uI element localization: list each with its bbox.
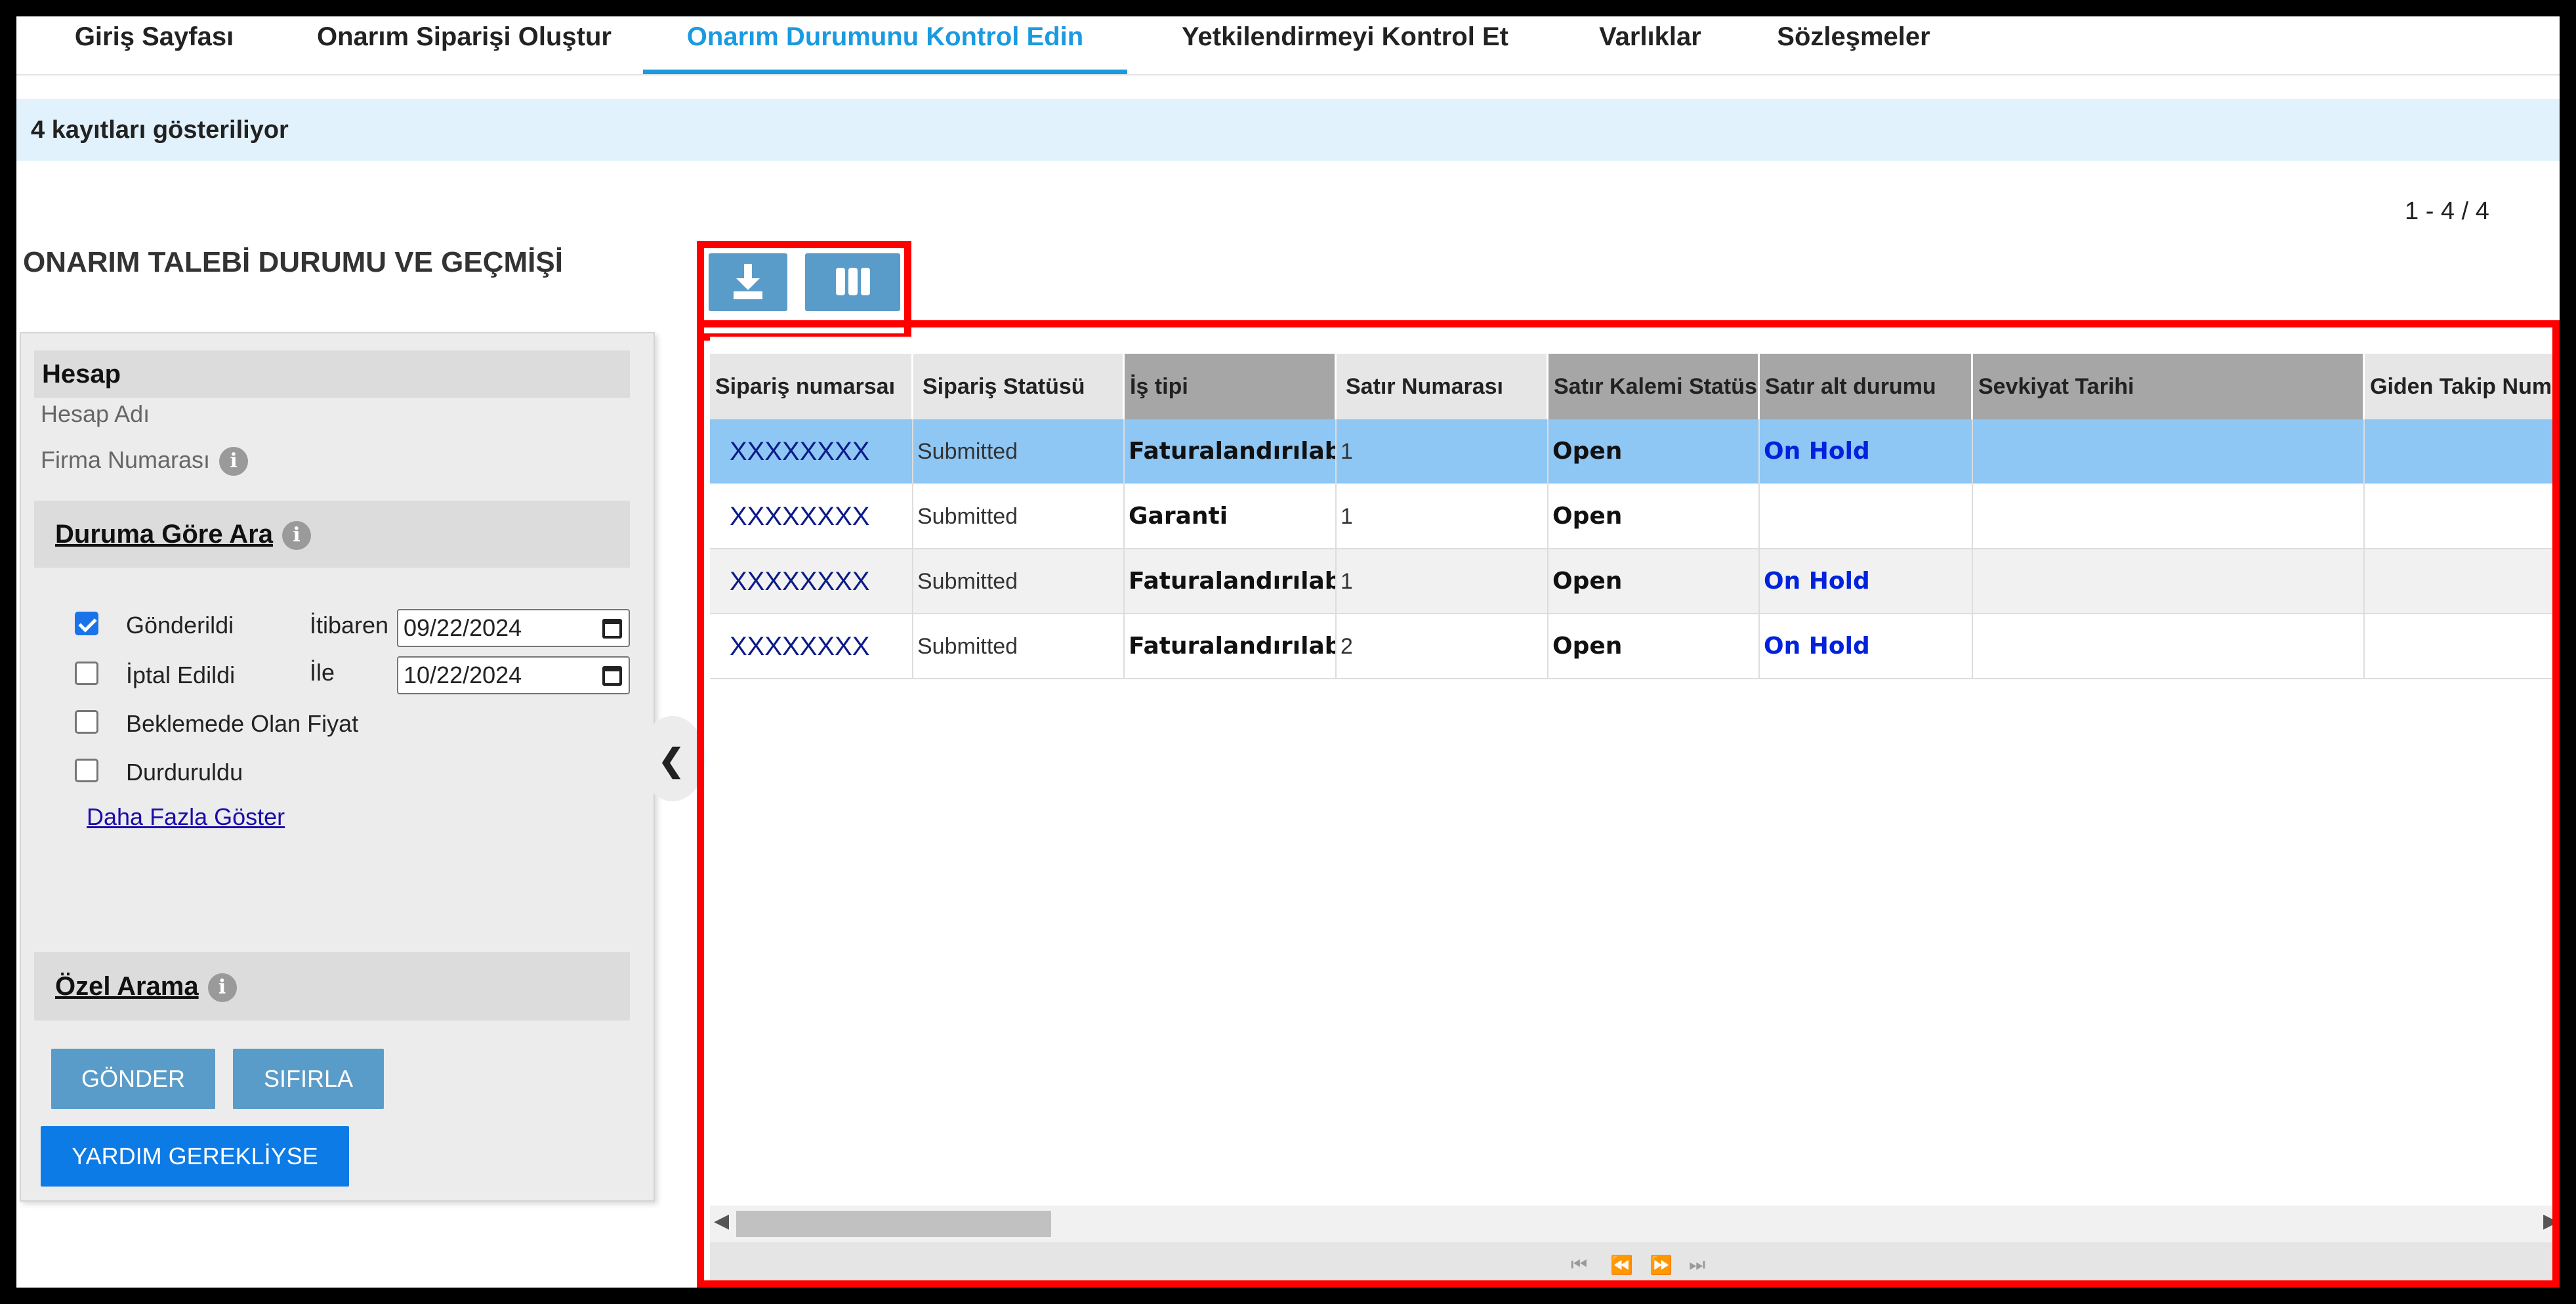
page: Giriş Sayfası Onarım Siparişi Oluştur On…	[16, 16, 2560, 1288]
account-section-heading: Hesap	[34, 350, 630, 398]
records-info-bar: 4 kayıtları gösteriliyor	[16, 99, 2560, 161]
tab-assets[interactable]: Varlıklar	[1571, 16, 1729, 74]
from-date-value: 09/22/2024	[404, 614, 522, 641]
calendar-icon[interactable]	[602, 666, 622, 686]
tab-check-repair-status[interactable]: Onarım Durumunu Kontrol Edin	[643, 16, 1127, 74]
status-search-label[interactable]: Duruma Göre Ara	[55, 520, 273, 549]
from-date-input[interactable]: 09/22/2024	[397, 609, 630, 647]
to-date-input[interactable]: 10/22/2024	[397, 656, 630, 694]
company-number-row: Firma Numarası i	[41, 446, 249, 476]
tab-contracts[interactable]: Sözleşmeler	[1745, 16, 1962, 74]
collapse-panel-button[interactable]: ❮	[640, 716, 705, 801]
chevron-left-icon: ❮	[658, 744, 685, 778]
filter-panel: Hesap Hesap Adı Firma Numarası i Duruma G…	[20, 332, 655, 1202]
checkbox-submitted[interactable]	[75, 612, 98, 635]
custom-search-label[interactable]: Özel Arama	[55, 972, 199, 1001]
tab-home[interactable]: Giriş Sayfası	[56, 16, 253, 74]
filter-label-cancelled: İptal Edildi	[126, 662, 236, 688]
info-icon[interactable]: i	[207, 973, 237, 1003]
help-button[interactable]: YARDIM GEREKLİYSE	[41, 1126, 349, 1187]
checkbox-cancelled[interactable]	[75, 662, 98, 685]
filter-label-stopped: Durduruldu	[126, 759, 243, 786]
company-number-label: Firma Numarası	[41, 446, 211, 473]
page-title: ONARIM TALEBİ DURUMU VE GEÇMİŞİ	[23, 246, 563, 278]
custom-search-heading[interactable]: Özel Arama i	[34, 952, 630, 1020]
reset-button[interactable]: SIFIRLA	[233, 1049, 384, 1109]
from-date-label: İtibaren	[310, 612, 389, 639]
grid-highlight-frame	[697, 320, 2560, 1288]
top-nav: Giriş Sayfası Onarım Siparişi Oluştur On…	[16, 16, 2560, 75]
to-date-value: 10/22/2024	[404, 662, 522, 688]
info-icon[interactable]: i	[219, 447, 249, 476]
submit-button[interactable]: GÖNDER	[51, 1049, 215, 1109]
tab-check-authorization[interactable]: Yetkilendirmeyi Kontrol Et	[1155, 16, 1535, 74]
status-search-heading[interactable]: Duruma Göre Ara i	[34, 501, 630, 568]
filter-label-submitted: Gönderildi	[126, 612, 234, 639]
to-date-label: İle	[310, 659, 335, 686]
info-icon[interactable]: i	[281, 521, 311, 551]
tab-create-repair-order[interactable]: Onarım Siparişi Oluştur	[285, 16, 643, 74]
account-name-label: Hesap Adı	[41, 400, 150, 427]
filter-label-pending-price: Beklemede Olan Fiyat	[126, 710, 359, 737]
page-count: 1 - 4 / 4	[2405, 198, 2489, 225]
show-more-link[interactable]: Daha Fazla Göster	[87, 803, 285, 831]
checkbox-stopped[interactable]	[75, 759, 98, 782]
calendar-icon[interactable]	[602, 619, 622, 639]
checkbox-pending-price[interactable]	[75, 710, 98, 734]
